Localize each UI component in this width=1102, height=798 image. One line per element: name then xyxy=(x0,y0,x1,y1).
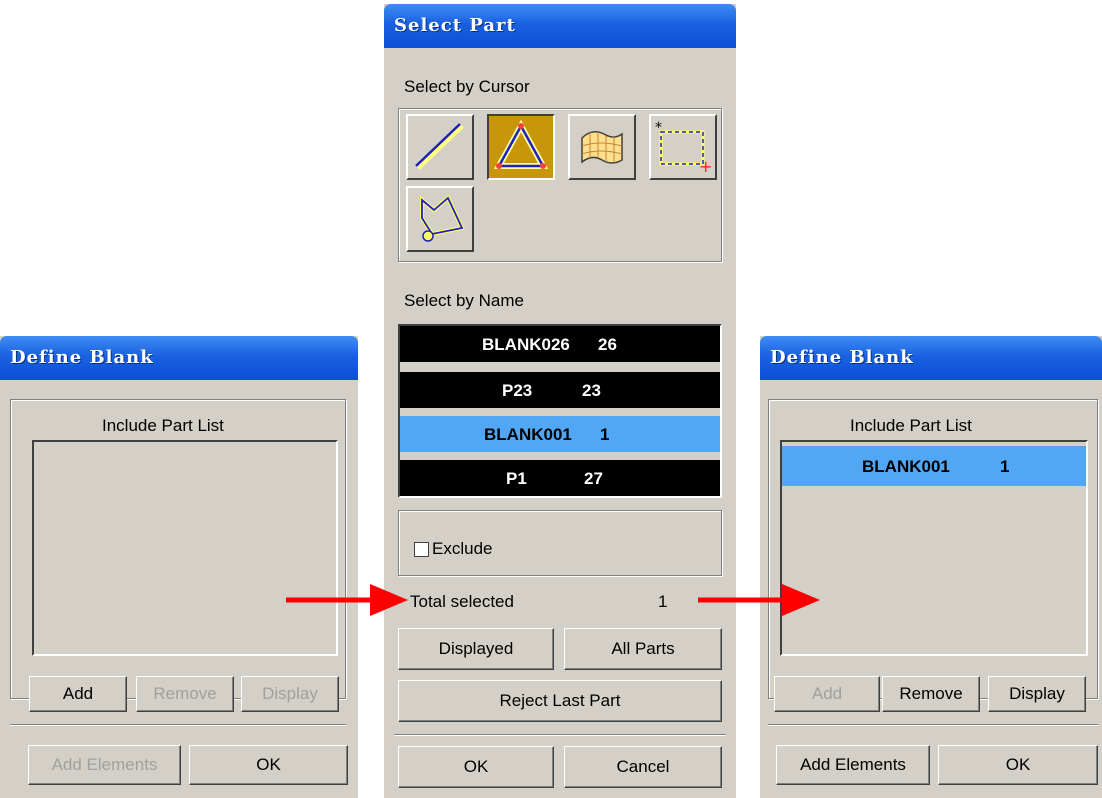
displayed-button[interactable]: Displayed xyxy=(398,628,554,670)
part-id: 23 xyxy=(582,381,601,400)
separator xyxy=(10,724,346,726)
display-button[interactable]: Display xyxy=(241,676,339,712)
triangle-select-icon[interactable] xyxy=(487,114,555,180)
part-id: 1 xyxy=(600,425,610,444)
separator xyxy=(768,724,1098,726)
svg-text:+: + xyxy=(699,157,712,176)
define-blank-dialog-right: Define Blank Include Part List BLANK001 … xyxy=(760,336,1102,798)
define-blank-dialog-left: Define Blank Include Part List Add Remov… xyxy=(0,336,358,798)
all-parts-button[interactable]: All Parts xyxy=(564,628,722,670)
include-part-list[interactable]: BLANK001 1 xyxy=(780,440,1088,656)
part-name: P23 xyxy=(502,381,533,400)
dialog-title: Select Part xyxy=(394,15,516,36)
dialog-title: Define Blank xyxy=(770,347,914,368)
total-selected-label: Total selected xyxy=(410,592,514,611)
title-bar[interactable]: Select Part xyxy=(384,4,736,48)
ok-button[interactable]: OK xyxy=(398,746,554,788)
red-arrow-left-icon xyxy=(286,584,408,616)
part-list-item[interactable]: BLANK026 26 xyxy=(400,326,720,362)
display-button[interactable]: Display xyxy=(988,676,1086,712)
select-by-cursor-label: Select by Cursor xyxy=(404,77,530,96)
exclude-checkbox[interactable] xyxy=(414,542,429,557)
polygon-select-icon[interactable] xyxy=(406,186,474,252)
part-list-item[interactable]: P23 23 xyxy=(400,372,720,408)
title-bar[interactable]: Define Blank xyxy=(760,336,1102,380)
part-id: 27 xyxy=(584,469,603,488)
part-list-item-selected[interactable]: BLANK001 1 xyxy=(400,416,720,452)
add-elements-button[interactable]: Add Elements xyxy=(776,745,930,785)
title-bar[interactable]: Define Blank xyxy=(0,336,358,380)
part-id: 26 xyxy=(598,335,617,354)
svg-text:*: * xyxy=(655,120,662,136)
cancel-button[interactable]: Cancel xyxy=(564,746,722,788)
add-button[interactable]: Add xyxy=(774,676,880,712)
separator xyxy=(394,734,726,736)
select-by-name-label: Select by Name xyxy=(404,291,524,310)
remove-button[interactable]: Remove xyxy=(882,676,980,712)
surface-select-icon[interactable] xyxy=(568,114,636,180)
dialog-title: Define Blank xyxy=(10,347,154,368)
ok-button[interactable]: OK xyxy=(938,745,1098,785)
exclude-label: Exclude xyxy=(432,539,493,558)
include-part-list-label: Include Part List xyxy=(850,416,972,435)
include-part-list-label: Include Part List xyxy=(102,416,224,435)
ok-button[interactable]: OK xyxy=(189,745,348,785)
part-name: P1 xyxy=(506,469,527,488)
add-elements-button[interactable]: Add Elements xyxy=(28,745,181,785)
box-select-icon[interactable]: * + xyxy=(649,114,717,180)
part-name: BLANK026 xyxy=(482,335,570,354)
total-selected-value: 1 xyxy=(658,592,668,611)
part-list-item[interactable]: P1 27 xyxy=(400,460,720,496)
select-part-dialog: Select Part Select by Cursor * + Select b… xyxy=(384,4,736,798)
red-arrow-right-icon xyxy=(698,584,820,616)
reject-last-part-button[interactable]: Reject Last Part xyxy=(398,680,722,722)
include-list-item-selected[interactable]: BLANK001 1 xyxy=(782,446,1086,486)
add-button[interactable]: Add xyxy=(29,676,127,712)
remove-button[interactable]: Remove xyxy=(136,676,234,712)
include-part-list[interactable] xyxy=(32,440,338,656)
part-name: BLANK001 xyxy=(484,425,572,444)
part-name-list[interactable]: BLANK026 26 P23 23 BLANK001 1 P1 27 xyxy=(398,324,722,498)
part-id: 1 xyxy=(1000,457,1010,476)
line-select-icon[interactable] xyxy=(406,114,474,180)
part-name: BLANK001 xyxy=(862,457,950,476)
